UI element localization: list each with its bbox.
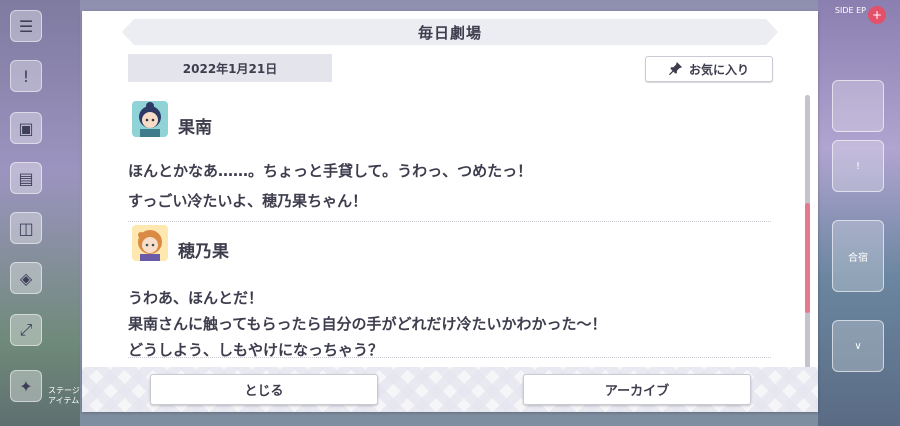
notice-icon[interactable]: ! — [10, 60, 42, 92]
archive-button[interactable]: アーカイブ — [523, 374, 751, 405]
speaker-name: 穂乃果 — [178, 242, 229, 262]
dialog-entry: 穂乃果 うわあ、ほんとだ！ 果南さんに触ってもらったら自分の手がどれだけ冷たいか… — [128, 221, 771, 359]
notification-badge-icon: + — [868, 6, 886, 24]
present-icon[interactable]: ▤ — [10, 162, 42, 194]
favorite-label: お気に入り — [688, 62, 749, 77]
favorite-button[interactable]: お気に入り — [645, 56, 773, 82]
pin-icon — [668, 62, 683, 76]
alert-tile[interactable]: ! — [832, 140, 884, 192]
dialog-line: うわあ、ほんとだ！ — [128, 289, 264, 307]
background-left-panel: ☰ ! ▣ ▤ ◫ ◈ ⤢ ✦ ステージ アイテム — [0, 0, 80, 426]
chevron-down-icon[interactable]: ∨ — [832, 320, 884, 372]
honoka-avatar — [132, 225, 168, 261]
date-label: 2022年1月21日 — [128, 54, 332, 82]
dialog-line: ほんとかなあ……。ちょっと手貸して。うわっ、つめたっ！ — [128, 162, 533, 180]
kanan-avatar — [132, 101, 168, 137]
dialog-line: どうしよう、しもやけになっちゃう？ — [128, 341, 384, 359]
event-tile[interactable] — [832, 80, 884, 132]
trophy-icon[interactable]: ◈ — [10, 262, 42, 294]
dialog-line: 果南さんに触ってもらったら自分の手がどれだけ冷たいかわかった～！ — [128, 315, 607, 333]
stage-item-icon[interactable]: ✦ — [10, 370, 42, 402]
gift-icon[interactable]: ▣ — [10, 112, 42, 144]
dialog-content: 果南 ほんとかなあ……。ちょっと手貸して。うわっ、つめたっ！ すっごい冷たいよ、… — [128, 97, 771, 371]
menu-icon[interactable]: ☰ — [10, 10, 42, 42]
dialog-line: すっごい冷たいよ、穂乃果ちゃん！ — [128, 192, 368, 210]
close-label: とじる — [244, 384, 284, 399]
archive-label: アーカイブ — [604, 384, 670, 399]
close-button[interactable]: とじる — [150, 374, 378, 405]
scrollbar-thumb[interactable] — [805, 203, 810, 313]
camp-tile[interactable]: 合宿 — [832, 220, 884, 292]
speaker-name: 果南 — [178, 118, 212, 138]
fullscreen-icon[interactable]: ⤢ — [10, 314, 42, 346]
stage-item-label: ステージ アイテム — [48, 386, 80, 405]
background-right-panel: SIDE EP + ! 合宿 ∨ — [818, 0, 900, 426]
card-icon[interactable]: ◫ — [10, 212, 42, 244]
dialog-entry: 果南 ほんとかなあ……。ちょっと手貸して。うわっ、つめたっ！ すっごい冷たいよ、… — [128, 97, 771, 222]
daily-theater-dialog: 毎日劇場 2022年1月21日 お気に入り 果南 ほんとかなあ……。ちょっと手貸… — [82, 11, 818, 412]
scrollbar[interactable] — [805, 95, 810, 371]
right-header-text: SIDE EP — [834, 6, 866, 15]
dialog-title: 毎日劇場 — [122, 19, 778, 45]
